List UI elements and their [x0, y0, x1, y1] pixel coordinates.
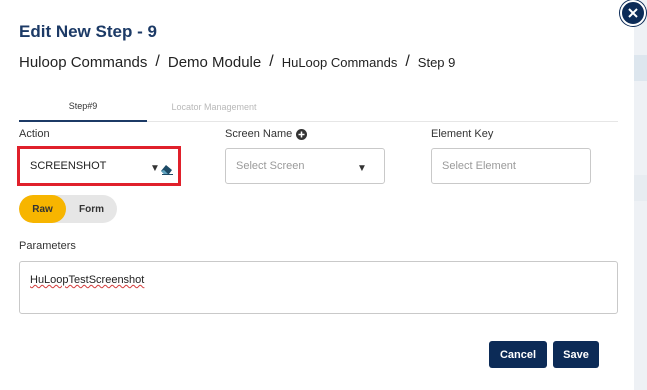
breadcrumb-separator: /	[269, 53, 274, 70]
breadcrumb-item[interactable]: HuLoop Commands	[282, 55, 398, 70]
background-panel	[634, 0, 647, 390]
parameters-value: HuLoopTestScreenshot	[30, 274, 145, 286]
tab-bar: Step#9 Locator Management	[19, 92, 618, 122]
caret-down-icon[interactable]: ▼	[357, 163, 367, 174]
dialog-title: Edit New Step - 9	[19, 22, 157, 41]
breadcrumb-separator: /	[155, 53, 160, 70]
edit-step-dialog: Edit New Step - 9 Huloop Commands / Demo…	[0, 0, 634, 390]
breadcrumb-separator: /	[405, 53, 410, 70]
element-key-label: Element Key	[431, 128, 494, 140]
element-key-input[interactable]: Select Element	[431, 148, 591, 184]
mode-raw-button[interactable]: Raw	[19, 195, 66, 223]
action-label: Action	[19, 128, 50, 140]
eraser-icon[interactable]	[160, 162, 174, 180]
action-value: SCREENSHOT	[30, 160, 107, 172]
screen-name-label-row: Screen Name	[225, 128, 308, 140]
parameters-textarea[interactable]: HuLoopTestScreenshot	[19, 261, 618, 314]
breadcrumb: Huloop Commands / Demo Module / HuLoop C…	[19, 53, 455, 71]
screen-placeholder: Select Screen	[236, 160, 305, 172]
close-button[interactable]	[620, 0, 646, 26]
save-button[interactable]: Save	[553, 341, 599, 368]
breadcrumb-item: Step 9	[417, 54, 456, 70]
breadcrumb-item[interactable]: Demo Module	[168, 54, 261, 71]
element-placeholder: Select Element	[442, 160, 516, 172]
parameters-label: Parameters	[19, 240, 76, 252]
close-icon	[627, 7, 639, 19]
mode-toggle: Raw Form	[19, 195, 117, 223]
add-circle-icon[interactable]	[296, 128, 308, 140]
tab-locator-management[interactable]: Locator Management	[147, 92, 281, 122]
caret-down-icon[interactable]: ▼	[150, 163, 160, 174]
mode-form-button[interactable]: Form	[66, 195, 117, 223]
background-row	[634, 175, 647, 201]
screen-name-label: Screen Name	[225, 128, 293, 140]
cancel-button[interactable]: Cancel	[489, 341, 547, 368]
tab-step[interactable]: Step#9	[19, 92, 147, 122]
breadcrumb-item[interactable]: Huloop Commands	[19, 54, 147, 71]
background-row	[634, 55, 647, 81]
